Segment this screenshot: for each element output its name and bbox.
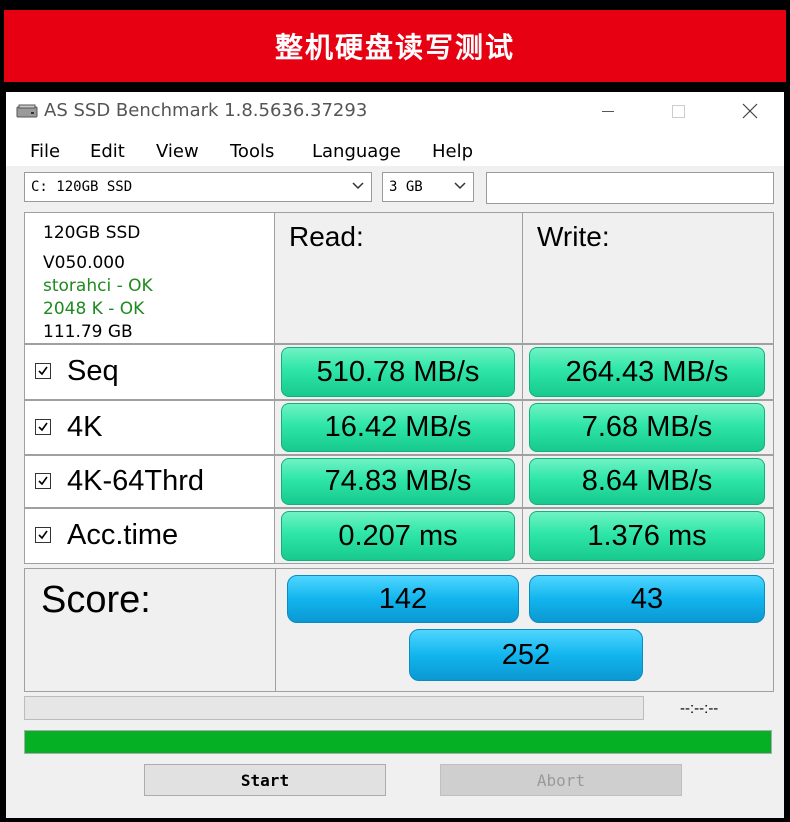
seq-read-cell: 510.78 MB/s bbox=[274, 344, 524, 400]
acc-time-write-cell: 1.376 ms bbox=[522, 508, 774, 564]
banner-title: 整机硬盘读写测试 bbox=[274, 31, 515, 64]
test-progress-bar bbox=[24, 696, 644, 720]
close-icon bbox=[742, 103, 758, 119]
test-row-4k: 4K bbox=[24, 400, 276, 455]
title-bar[interactable]: AS SSD Benchmark 1.8.5636.37293 bbox=[6, 92, 784, 130]
seq-read-result: 510.78 MB/s bbox=[281, 347, 515, 397]
chevron-down-icon bbox=[454, 182, 466, 190]
check-icon bbox=[38, 476, 48, 486]
check-icon bbox=[38, 422, 48, 432]
app-window: AS SSD Benchmark 1.8.5636.37293 File Edi… bbox=[6, 92, 784, 818]
status-bar bbox=[24, 730, 772, 754]
menu-help[interactable]: Help bbox=[432, 141, 473, 162]
status-bar-fill bbox=[25, 731, 771, 753]
check-icon bbox=[38, 366, 48, 376]
score-write: 43 bbox=[529, 575, 765, 623]
drive-capacity: 111.79 GB bbox=[43, 322, 133, 342]
test-size-value: 3 GB bbox=[389, 179, 423, 195]
4k-64thrd-read-cell: 74.83 MB/s bbox=[274, 455, 524, 508]
seq-label: Seq bbox=[67, 355, 119, 387]
4k-64thrd-read-result: 74.83 MB/s bbox=[281, 458, 515, 505]
read-column-header: Read: bbox=[274, 212, 524, 344]
acc-time-read-cell: 0.207 ms bbox=[274, 508, 524, 564]
score-panel: Score: 142 43 252 bbox=[24, 568, 774, 692]
menu-language[interactable]: Language bbox=[312, 141, 401, 162]
close-button[interactable] bbox=[720, 92, 780, 130]
drive-select[interactable]: C: 120GB SSD bbox=[24, 172, 372, 202]
abort-button[interactable]: Abort bbox=[440, 764, 682, 796]
4k-64thrd-label: 4K-64Thrd bbox=[67, 465, 205, 497]
read-heading: Read: bbox=[289, 221, 364, 252]
banner-red-strip: 整机硬盘读写测试 bbox=[4, 10, 786, 82]
drive-icon bbox=[16, 104, 38, 118]
4k-write-cell: 7.68 MB/s bbox=[522, 400, 774, 455]
4k-label: 4K bbox=[67, 411, 103, 443]
menu-bar: File Edit View Tools Language Help bbox=[6, 130, 784, 166]
window-title: AS SSD Benchmark 1.8.5636.37293 bbox=[44, 100, 368, 121]
acc-time-checkbox[interactable] bbox=[35, 527, 51, 543]
acc-time-read-result: 0.207 ms bbox=[281, 511, 515, 561]
4k-64thrd-write-result: 8.64 MB/s bbox=[529, 458, 765, 505]
4k-read-result: 16.42 MB/s bbox=[281, 403, 515, 452]
drive-firmware: V050.000 bbox=[43, 253, 125, 273]
4k-checkbox[interactable] bbox=[35, 419, 51, 435]
drive-model: 120GB SSD bbox=[43, 223, 141, 243]
test-size-select[interactable]: 3 GB bbox=[382, 172, 474, 202]
test-row-acc-time: Acc.time bbox=[24, 508, 276, 564]
score-label: Score: bbox=[41, 579, 151, 621]
menu-view[interactable]: View bbox=[156, 141, 199, 162]
test-row-4k-64thrd: 4K-64Thrd bbox=[24, 455, 276, 508]
menu-edit[interactable]: Edit bbox=[90, 141, 125, 162]
menu-file[interactable]: File bbox=[30, 141, 60, 162]
chevron-down-icon bbox=[352, 182, 364, 190]
check-icon bbox=[38, 530, 48, 540]
4k-write-result: 7.68 MB/s bbox=[529, 403, 765, 452]
acc-time-write-result: 1.376 ms bbox=[529, 511, 765, 561]
drive-select-value: C: 120GB SSD bbox=[31, 179, 133, 195]
driver-status: storahci - OK bbox=[43, 276, 153, 296]
info-text-field[interactable] bbox=[486, 172, 774, 204]
seq-checkbox[interactable] bbox=[35, 363, 51, 379]
test-row-seq: Seq bbox=[24, 344, 276, 400]
score-total: 252 bbox=[409, 629, 643, 681]
write-column-header: Write: bbox=[522, 212, 774, 344]
maximize-button[interactable] bbox=[648, 92, 708, 130]
seq-write-cell: 264.43 MB/s bbox=[522, 344, 774, 400]
start-button[interactable]: Start bbox=[144, 764, 386, 796]
acc-time-label: Acc.time bbox=[67, 519, 179, 551]
4k-64thrd-checkbox[interactable] bbox=[35, 473, 51, 489]
4k-read-cell: 16.42 MB/s bbox=[274, 400, 524, 455]
alignment-status: 2048 K - OK bbox=[43, 299, 145, 319]
seq-write-result: 264.43 MB/s bbox=[529, 347, 765, 397]
drive-info-panel: 120GB SSD V050.000 storahci - OK 2048 K … bbox=[24, 212, 276, 344]
write-heading: Write: bbox=[537, 221, 610, 252]
menu-tools[interactable]: Tools bbox=[230, 141, 274, 162]
score-read: 142 bbox=[287, 575, 519, 623]
toolbar: C: 120GB SSD 3 GB bbox=[6, 166, 784, 206]
elapsed-time: --:--:-- bbox=[680, 700, 719, 717]
minimize-button[interactable] bbox=[578, 92, 638, 130]
promo-banner: 整机硬盘读写测试 bbox=[0, 0, 790, 84]
score-divider bbox=[275, 569, 276, 691]
4k-64thrd-write-cell: 8.64 MB/s bbox=[522, 455, 774, 508]
results-grid: 120GB SSD V050.000 storahci - OK 2048 K … bbox=[24, 212, 774, 564]
